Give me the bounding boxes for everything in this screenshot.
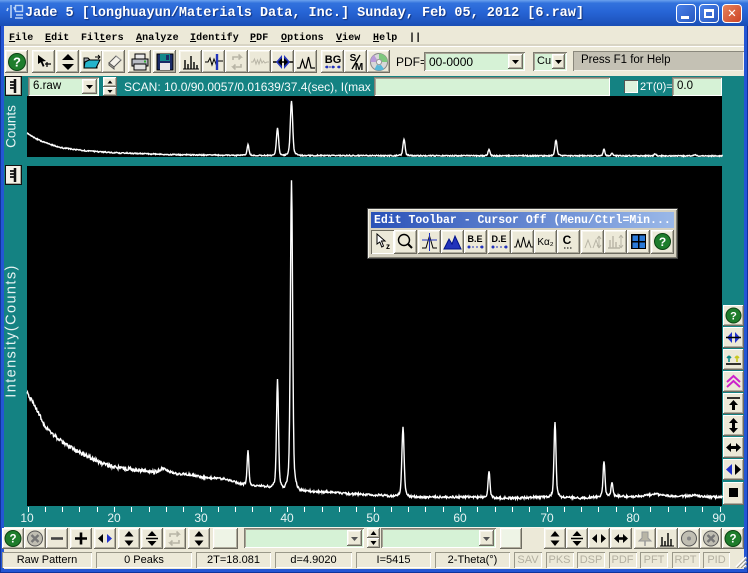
svg-text:C: C: [563, 233, 572, 247]
svg-text:B.E: B.E: [467, 234, 482, 244]
svg-text:?: ?: [729, 534, 736, 546]
svg-text:?: ?: [9, 534, 16, 546]
svg-text:?: ?: [730, 311, 737, 323]
svg-text:z: z: [386, 242, 390, 251]
svg-text:Kα₂: Kα₂: [537, 237, 553, 248]
svg-text:D.E: D.E: [491, 234, 506, 244]
svg-text:?: ?: [659, 235, 666, 249]
